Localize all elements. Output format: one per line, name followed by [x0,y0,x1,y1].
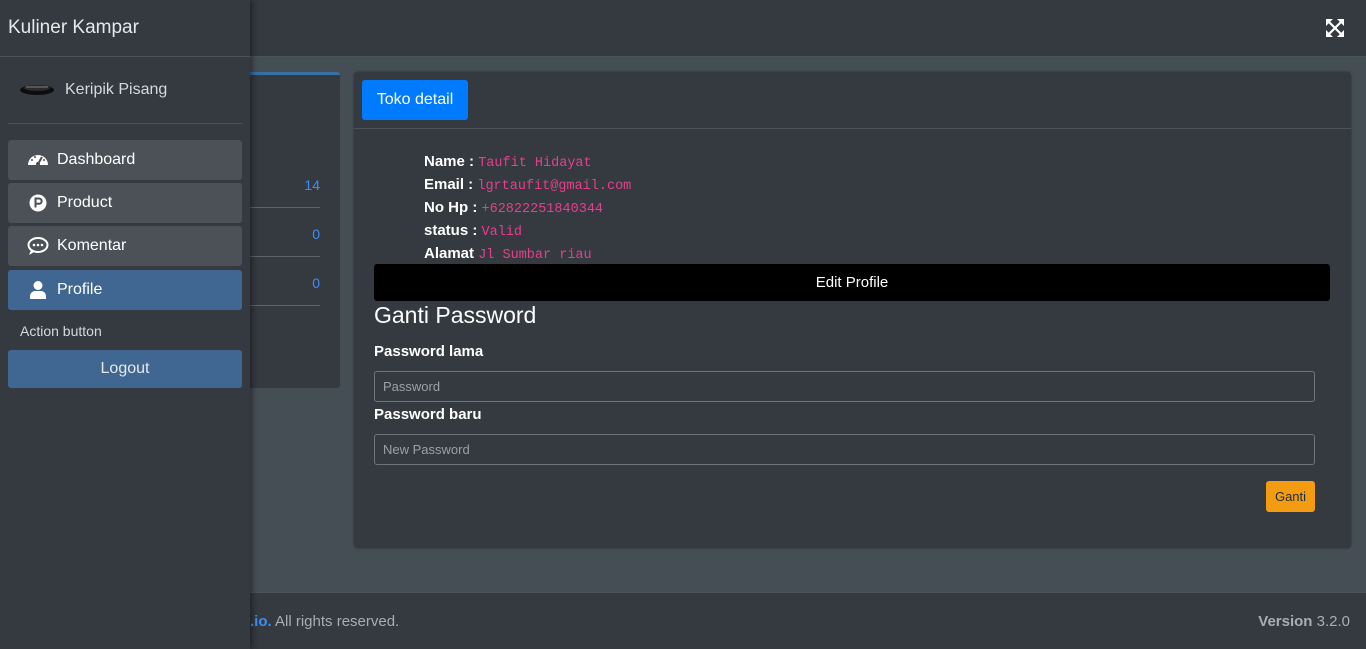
info-row-address: Alamat Jl Sumbar riau [424,242,631,265]
logout-button[interactable]: Logout [8,350,242,388]
info-label: Name : [424,153,475,170]
stat-value: 0 [312,226,320,242]
user-icon [30,281,46,299]
footer-rights: All rights reserved. [271,613,400,630]
info-value: Taufit Hidayat [478,156,592,171]
info-label: Alamat [424,245,475,262]
stat-row: 0 [240,208,320,257]
sidebar-item-label: Profile [57,281,103,298]
sidebar: Kuliner Kampar Keripik Pisang Dashboard … [0,0,250,649]
new-password-input[interactable] [374,434,1315,465]
edit-profile-button[interactable]: Edit Profile [374,264,1330,301]
product-icon [29,194,47,212]
sidebar-item-product[interactable]: Product [8,183,242,223]
footer-link[interactable]: .io. [250,613,272,630]
info-value: Valid [481,225,523,240]
copyright: .io. All rights reserved. [250,613,399,630]
brand-title[interactable]: Kuliner Kampar [0,0,250,57]
avatar[interactable] [20,82,54,96]
toko-detail-button[interactable]: Toko detail [362,80,468,120]
stat-row: 14 [240,159,320,208]
comment-icon [27,237,49,255]
info-row-status: status : Valid [424,219,631,242]
section-title: Ganti Password [374,302,537,328]
info-row-phone: No Hp : +62822251840344 [424,196,631,219]
info-value: Jl Sumbar riau [478,248,592,263]
fullscreen-icon[interactable] [1326,19,1344,37]
old-password-label: Password lama [374,343,484,360]
version-label: Version [1258,613,1313,630]
sidebar-item-label: Product [57,194,113,211]
stat-row: 0 [240,257,320,306]
user-name[interactable]: Keripik Pisang [65,81,167,99]
profile-card: Toko detail Name : Taufit Hidayat Email … [354,72,1351,548]
sidebar-item-label: Dashboard [57,151,136,168]
card-header: Toko detail [354,72,1351,129]
info-value: +62822251840344 [481,202,604,217]
sidebar-item-komentar[interactable]: Komentar [8,226,242,266]
stat-value: 0 [312,275,320,291]
new-password-label: Password baru [374,406,482,423]
info-label: status : [424,222,478,239]
info-row-name: Name : Taufit Hidayat [424,150,631,173]
sidebar-item-profile[interactable]: Profile [8,270,242,310]
store-info: Name : Taufit Hidayat Email : lgrtaufit@… [424,150,631,265]
stat-value: 14 [304,177,320,193]
version-number: 3.2.0 [1312,613,1350,630]
old-password-input[interactable] [374,371,1315,402]
version-info: Version 3.2.0 [1258,613,1350,630]
ganti-button[interactable]: Ganti [1266,481,1315,512]
info-value: lgrtaufit@gmail.com [477,179,632,194]
info-label: Email : [424,176,474,193]
sidebar-item-label: Komentar [57,237,127,254]
info-row-email: Email : lgrtaufit@gmail.com [424,173,631,196]
info-label: No Hp : [424,199,478,216]
user-panel: Keripik Pisang [8,57,242,124]
sidebar-item-dashboard[interactable]: Dashboard [8,140,242,180]
nav-header: Action button [20,323,102,339]
dashboard-icon [28,155,48,166]
